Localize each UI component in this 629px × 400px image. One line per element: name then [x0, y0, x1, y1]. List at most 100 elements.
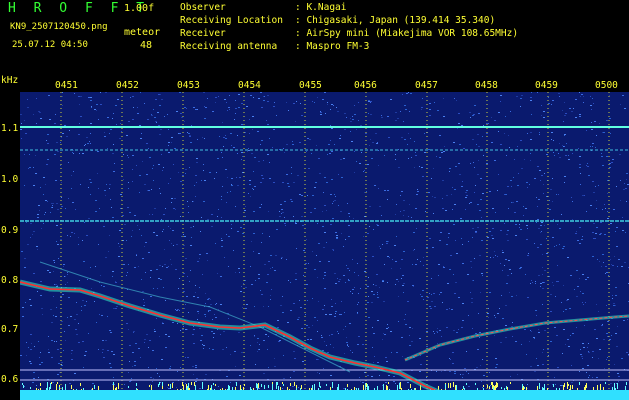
- noise-speck: [436, 156, 437, 157]
- noise-speck: [467, 274, 469, 275]
- noise-speck: [235, 206, 236, 207]
- noise-speck: [483, 125, 484, 126]
- noise-speck: [443, 98, 444, 99]
- noise-speck: [111, 351, 113, 352]
- noise-speck: [429, 306, 431, 307]
- noise-speck: [86, 235, 88, 236]
- noise-speck: [450, 359, 451, 360]
- noise-speck: [185, 173, 186, 174]
- noise-speck: [396, 352, 398, 353]
- noise-speck: [223, 146, 224, 147]
- noise-speck: [52, 207, 53, 208]
- noise-speck: [540, 232, 541, 233]
- noise-speck: [519, 268, 521, 269]
- noise-speck: [462, 263, 464, 264]
- noise-speck: [580, 291, 581, 292]
- noise-speck: [182, 185, 183, 186]
- noise-speck: [210, 304, 212, 305]
- noise-speck: [379, 206, 381, 207]
- noise-speck: [509, 269, 511, 270]
- noise-speck: [193, 226, 194, 227]
- noise-speck: [378, 150, 379, 151]
- noise-speck: [37, 217, 39, 218]
- noise-speck: [624, 108, 626, 109]
- noise-speck: [194, 185, 195, 186]
- noise-speck: [150, 270, 152, 271]
- noise-speck: [387, 324, 388, 325]
- noise-speck: [472, 115, 474, 116]
- noise-speck: [393, 381, 395, 382]
- noise-speck: [537, 247, 539, 248]
- noise-speck: [421, 107, 423, 108]
- noise-speck: [347, 344, 348, 345]
- noise-speck: [272, 267, 273, 268]
- noise-speck: [260, 182, 262, 183]
- noise-speck: [123, 154, 124, 155]
- noise-speck: [571, 111, 573, 112]
- noise-speck: [121, 131, 122, 132]
- noise-speck: [438, 275, 439, 276]
- noise-speck: [148, 252, 150, 253]
- noise-speck: [118, 256, 120, 257]
- noise-speck: [204, 118, 206, 119]
- noise-speck: [162, 266, 163, 267]
- noise-speck: [193, 326, 194, 327]
- noise-speck: [268, 211, 269, 212]
- noise-speck: [163, 214, 165, 215]
- noise-speck: [483, 385, 484, 387]
- noise-speck: [461, 186, 463, 187]
- noise-speck: [94, 301, 95, 302]
- noise-speck: [168, 384, 169, 386]
- noise-speck: [65, 208, 66, 209]
- noise-speck: [529, 341, 530, 342]
- noise-speck: [541, 105, 542, 106]
- noise-speck: [227, 177, 228, 178]
- noise-speck: [567, 339, 569, 340]
- noise-speck: [126, 275, 127, 276]
- noise-speck: [373, 284, 374, 285]
- noise-speck: [473, 162, 474, 163]
- noise-speck: [235, 108, 237, 109]
- receiver-value: : AirSpy mini (Miakejima VOR 108.65MHz): [295, 28, 519, 39]
- noise-speck: [381, 117, 383, 118]
- noise-speck: [368, 277, 369, 278]
- noise-speck: [576, 270, 578, 271]
- noise-speck: [550, 311, 552, 312]
- noise-speck: [226, 202, 227, 203]
- noise-speck: [180, 330, 181, 331]
- noise-speck: [153, 288, 154, 289]
- noise-speck: [515, 341, 517, 342]
- noise-speck: [452, 187, 453, 188]
- noise-speck: [497, 256, 498, 257]
- noise-speck: [251, 284, 253, 285]
- noise-speck: [500, 95, 502, 96]
- noise-speck: [483, 155, 484, 156]
- header-panel: H R O F F T 1.00f KN9_2507120450.png 25.…: [0, 0, 629, 78]
- noise-speck: [615, 287, 617, 288]
- noise-speck: [56, 307, 57, 308]
- noise-speck: [230, 191, 231, 192]
- noise-speck: [30, 237, 31, 238]
- noise-speck: [345, 282, 346, 283]
- noise-speck: [564, 135, 565, 136]
- noise-speck: [446, 195, 448, 196]
- noise-speck: [189, 135, 191, 136]
- noise-speck: [607, 357, 608, 358]
- noise-speck: [453, 224, 455, 225]
- noise-speck: [132, 155, 134, 156]
- noise-speck: [422, 176, 424, 177]
- noise-speck: [221, 217, 222, 218]
- noise-speck: [340, 159, 342, 160]
- noise-speck: [89, 141, 90, 142]
- noise-speck: [38, 377, 39, 378]
- noise-speck: [127, 272, 128, 273]
- noise-speck: [235, 366, 236, 367]
- noise-speck: [62, 105, 63, 106]
- noise-speck: [404, 139, 406, 140]
- receiver-key: Receiver: [180, 28, 226, 39]
- noise-speck: [426, 331, 428, 332]
- noise-speck: [523, 386, 524, 390]
- noise-speck: [21, 138, 22, 139]
- noise-speck: [269, 138, 270, 139]
- noise-speck: [90, 133, 91, 134]
